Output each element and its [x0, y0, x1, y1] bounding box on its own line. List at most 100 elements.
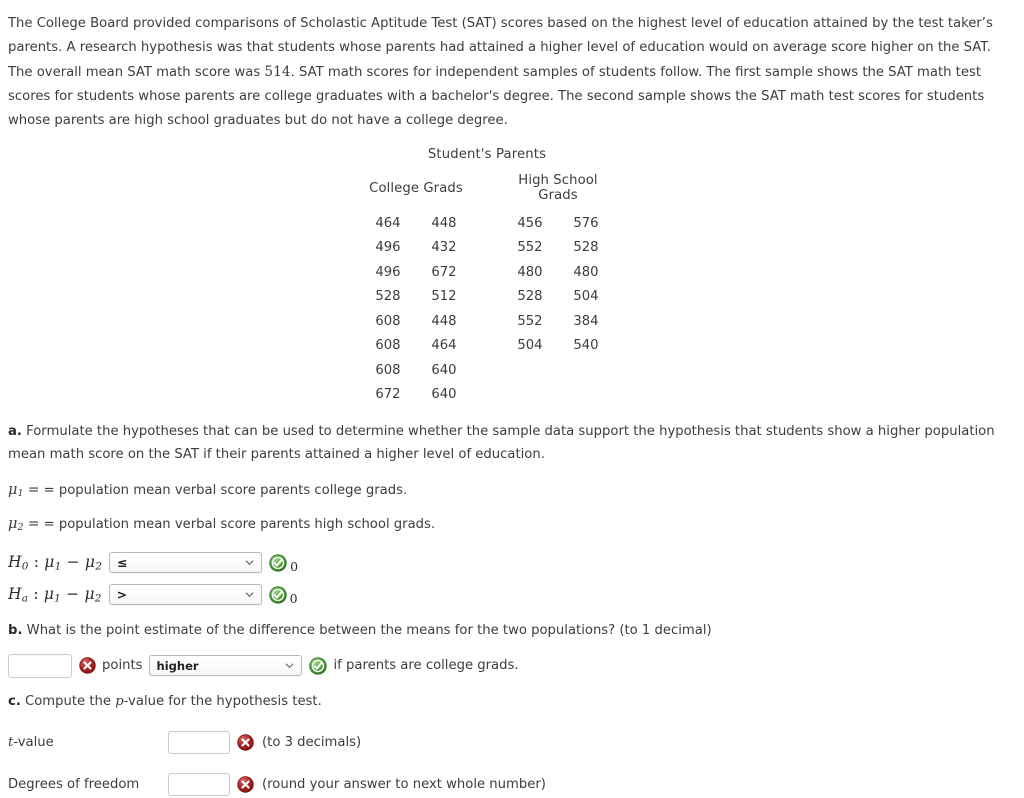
- column-spacer: [472, 173, 502, 212]
- cell-college-4-0: 608: [375, 313, 401, 329]
- cell-hs-4-0: 552: [517, 313, 543, 329]
- cell-hs-6-0: [502, 359, 558, 383]
- cell-college-2-0: 496: [375, 264, 401, 280]
- t-value-label-rest: -value: [13, 735, 54, 751]
- cell-college-0-1: 448: [431, 216, 457, 232]
- degrees-of-freedom-label: Degrees of freedom: [8, 777, 140, 793]
- direction-select[interactable]: higher: [148, 655, 302, 677]
- cell-college-6-0: 608: [375, 362, 401, 378]
- chevron-down-icon: [245, 560, 254, 565]
- sat-scores-table-wrapper: Student's Parents College Grads High Sch…: [4, 147, 1020, 407]
- alternative-hypothesis-label: Ha : μ1 − μ2: [8, 584, 102, 605]
- table-header-row: College Grads High School Grads: [360, 173, 614, 212]
- null-hypothesis-row: H0 : μ1 − μ2 ≤ 0: [4, 550, 1020, 575]
- part-c-label: c.: [8, 693, 21, 709]
- table-row: 672 640: [360, 383, 614, 407]
- part-c-text-post: -value for the hypothesis test.: [123, 693, 322, 709]
- row-spacer: [472, 212, 502, 236]
- degrees-of-freedom-input[interactable]: [168, 773, 230, 797]
- alternative-hypothesis-value: 0: [289, 591, 298, 607]
- points-label: points: [102, 658, 143, 674]
- cell-hs-1-0: 552: [517, 240, 543, 256]
- degrees-of-freedom-status-badge: [237, 776, 254, 793]
- green-check-circle-icon: [269, 554, 287, 572]
- table-row: 608 640: [360, 359, 614, 383]
- part-a-text: Formulate the hypotheses that can be use…: [8, 424, 995, 463]
- row-spacer: [472, 285, 502, 309]
- cell-college-7-1: 640: [431, 386, 457, 402]
- part-a-label: a.: [8, 424, 22, 440]
- p-value-symbol: p: [115, 693, 124, 709]
- cell-hs-1-1: 528: [573, 240, 599, 256]
- table-row: 608 448 552 384: [360, 310, 614, 334]
- null-hypothesis-subscript: 0: [21, 560, 29, 573]
- mu2-definition: μ2 = = population mean verbal score pare…: [4, 514, 1020, 536]
- row-spacer: [472, 334, 502, 358]
- cell-college-2-1: 672: [431, 264, 457, 280]
- alternative-hypothesis-operator-select[interactable]: >: [108, 584, 262, 606]
- green-check-circle-icon: [308, 657, 327, 675]
- cell-hs-4-1: 384: [573, 313, 599, 329]
- cell-hs-5-1: 540: [573, 338, 599, 354]
- null-operator-value: ≤: [117, 555, 128, 571]
- chevron-down-icon: [285, 663, 293, 668]
- column-header-college-grads: College Grads: [369, 180, 463, 196]
- cell-college-6-1: 640: [431, 362, 457, 378]
- cell-hs-0-1: 576: [573, 216, 599, 232]
- degrees-of-freedom-hint: (round your answer to next whole number): [262, 777, 546, 793]
- alternative-hypothesis-subscript: a: [21, 592, 29, 605]
- degrees-of-freedom-row: Degrees of freedom (round your answer to…: [4, 772, 1020, 798]
- null-hypothesis-label: H0 : μ1 − μ2: [8, 552, 103, 573]
- point-estimate-input[interactable]: [8, 653, 72, 678]
- table-row: 496 432 552 528: [360, 236, 614, 260]
- null-hypothesis-operator-select[interactable]: ≤: [109, 552, 263, 574]
- cell-college-0-0: 464: [375, 216, 401, 232]
- t-value-input[interactable]: [168, 731, 230, 755]
- point-estimate-status-badge: [79, 657, 96, 675]
- cell-hs-2-0: 480: [517, 264, 543, 280]
- table-row: 528 512 528 504: [360, 285, 614, 309]
- cell-hs-5-0: 504: [517, 338, 543, 354]
- table-row: 496 672 480 480: [360, 261, 614, 285]
- green-check-circle-icon: [268, 586, 287, 604]
- cell-college-7-0: 672: [375, 386, 401, 402]
- red-x-circle-icon: [237, 776, 254, 793]
- table-group-title-row: Student's Parents: [360, 147, 614, 173]
- part-c-question: c. Compute the p-value for the hypothesi…: [4, 691, 1020, 714]
- equals-sign: =: [27, 481, 40, 498]
- chevron-down-icon: [245, 592, 254, 597]
- row-spacer: [472, 261, 502, 285]
- mu2-definition-text: = population mean verbal score parents h…: [43, 517, 436, 533]
- cell-college-3-1: 512: [431, 289, 457, 305]
- alternative-hypothesis-row: Ha : μ1 − μ2 > 0: [4, 582, 1020, 607]
- cell-college-5-1: 464: [431, 338, 457, 354]
- row-spacer: [472, 359, 502, 383]
- problem-statement: The College Board provided comparisons o…: [4, 12, 1020, 133]
- equals-sign: =: [27, 516, 40, 533]
- column-header-high-school-grads: High School Grads: [518, 173, 598, 204]
- red-x-circle-icon: [79, 657, 96, 675]
- t-value-row: t-value (to 3 decimals): [4, 730, 1020, 756]
- mu1-definition-text: = population mean verbal score parents c…: [43, 482, 408, 498]
- mu1-definition: μ1 = = population mean verbal score pare…: [4, 480, 1020, 502]
- cell-college-1-1: 432: [431, 240, 457, 256]
- cell-hs-0-0: 456: [517, 216, 543, 232]
- cell-college-3-0: 528: [375, 289, 401, 305]
- mu2-symbol: μ2: [8, 516, 24, 534]
- part-c-text-pre: Compute the: [25, 693, 116, 709]
- cell-hs-7-0: [502, 383, 558, 407]
- assignment-page: The College Board provided comparisons o…: [0, 0, 1024, 798]
- table-row: 608 464 504 540: [360, 334, 614, 358]
- sat-scores-table: Student's Parents College Grads High Sch…: [360, 147, 614, 407]
- cell-hs-3-0: 528: [517, 289, 543, 305]
- direction-value: higher: [156, 658, 199, 673]
- t-value-status-badge: [237, 734, 254, 751]
- part-b-question: b. What is the point estimate of the dif…: [4, 620, 1020, 643]
- red-x-circle-icon: [237, 734, 254, 751]
- cell-college-5-0: 608: [375, 338, 401, 354]
- cell-hs-7-1: [558, 383, 614, 407]
- t-value-hint: (to 3 decimals): [262, 735, 362, 751]
- alternative-operator-value: >: [116, 587, 128, 603]
- cell-college-4-1: 448: [431, 313, 457, 329]
- table-row: 464 448 456 576: [360, 212, 614, 236]
